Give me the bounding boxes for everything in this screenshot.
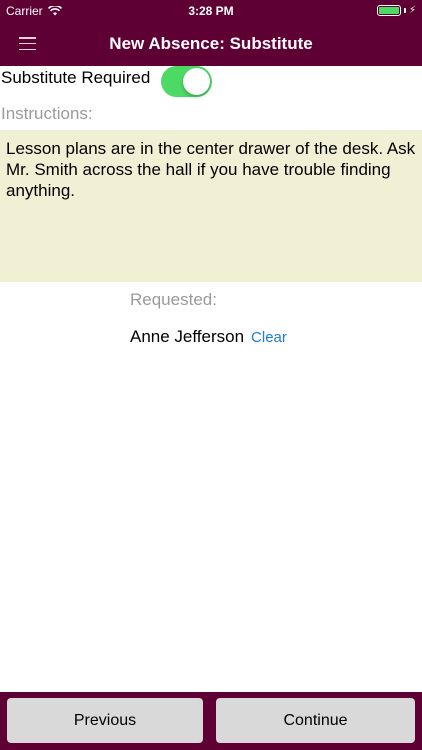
substitute-required-label: Substitute Required bbox=[1, 68, 151, 87]
substitute-required-toggle[interactable] bbox=[161, 66, 212, 97]
substitute-required-row: Substitute Required bbox=[0, 66, 422, 100]
battery-tip bbox=[403, 8, 406, 13]
bottom-toolbar: Previous Continue bbox=[0, 692, 422, 750]
page-title: New Absence: Substitute bbox=[109, 34, 313, 53]
instructions-textarea[interactable]: Lesson plans are in the center drawer of… bbox=[0, 130, 422, 282]
nav-bar: New Absence: Substitute bbox=[0, 22, 422, 66]
continue-button[interactable]: Continue bbox=[216, 698, 415, 743]
status-time: 3:28 PM bbox=[188, 4, 234, 18]
toggle-knob bbox=[183, 68, 210, 95]
previous-button[interactable]: Previous bbox=[7, 698, 203, 743]
instructions-label: Instructions: bbox=[1, 104, 93, 123]
header-area: Carrier 3:28 PM ⚡ New Absence: Substitut… bbox=[0, 0, 422, 66]
status-bar: Carrier 3:28 PM ⚡ bbox=[0, 0, 422, 22]
battery-group: ⚡ bbox=[376, 4, 416, 16]
clear-requested-link[interactable]: Clear bbox=[251, 329, 287, 346]
charging-icon: ⚡ bbox=[408, 4, 416, 16]
battery-icon bbox=[376, 5, 401, 16]
battery-fill bbox=[378, 7, 399, 14]
screen: Carrier 3:28 PM ⚡ New Absence: Substitut… bbox=[0, 0, 422, 750]
requested-substitute-name: Anne Jefferson bbox=[130, 327, 245, 346]
requested-label: Requested: bbox=[130, 290, 217, 309]
requested-substitute-row: Anne Jefferson Clear bbox=[130, 327, 287, 347]
